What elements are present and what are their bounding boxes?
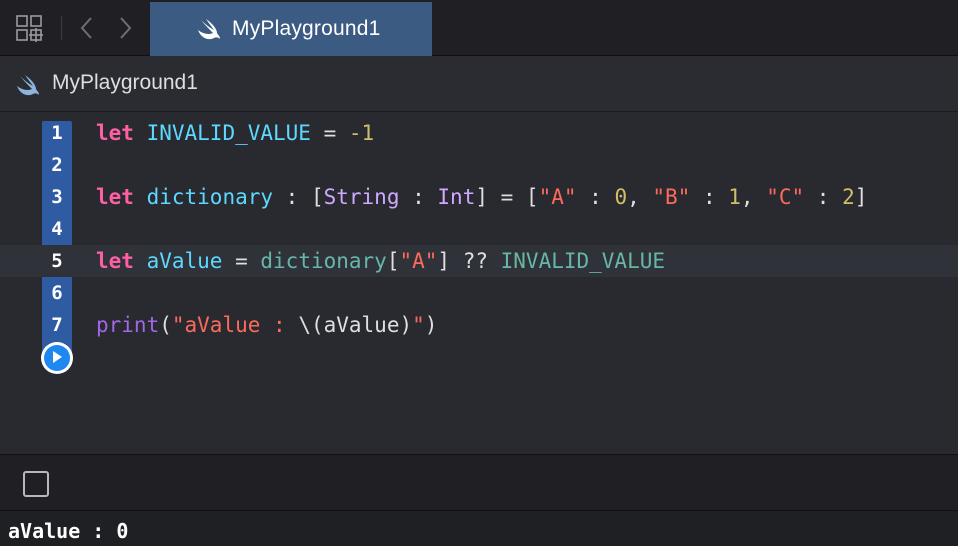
console-area: aValue : 0	[0, 511, 958, 546]
tab-label: MyPlayground1	[232, 17, 381, 40]
code-text[interactable]: let INVALID_VALUE = -1	[96, 121, 374, 145]
code-editor[interactable]: 1 let INVALID_VALUE = -1 2 3 let dictionary …	[0, 113, 958, 454]
line-number[interactable]: 3	[42, 186, 72, 208]
swift-icon	[15, 73, 41, 102]
grid-icon[interactable]	[14, 14, 44, 42]
tab-myplayground1[interactable]: MyPlayground1	[150, 2, 432, 56]
toolbar-divider	[61, 16, 62, 40]
breadcrumb: MyPlayground1	[0, 57, 958, 112]
line-number[interactable]: 4	[42, 218, 72, 240]
breadcrumb-label[interactable]: MyPlayground1	[52, 71, 198, 95]
line-number[interactable]: 2	[42, 154, 72, 176]
code-line[interactable]: 6	[0, 277, 958, 309]
forward-arrow-icon[interactable]	[110, 14, 140, 42]
code-text[interactable]: let aValue = dictionary["A"] ?? INVALID_…	[96, 249, 665, 273]
run-button[interactable]	[41, 342, 73, 374]
line-number[interactable]: 1	[42, 122, 72, 144]
line-number[interactable]: 5	[42, 250, 72, 272]
debug-bar	[0, 454, 958, 511]
code-text[interactable]: let dictionary : [String : Int] = ["A" :…	[96, 185, 867, 209]
swift-icon	[196, 17, 222, 46]
line-number[interactable]: 7	[42, 314, 72, 336]
play-icon	[51, 349, 63, 368]
code-line[interactable]: 1 let INVALID_VALUE = -1	[0, 117, 958, 149]
console-toggle-icon[interactable]	[23, 471, 49, 497]
back-arrow-icon[interactable]	[72, 14, 102, 42]
console-output: aValue : 0	[8, 519, 129, 543]
code-line[interactable]: 4	[0, 213, 958, 245]
code-line[interactable]: 3 let dictionary : [String : Int] = ["A" …	[0, 181, 958, 213]
code-text[interactable]: print("aValue : \(aValue)")	[96, 313, 437, 337]
code-line[interactable]: 2	[0, 149, 958, 181]
code-line[interactable]: 5 let aValue = dictionary["A"] ?? INVALID…	[0, 245, 958, 277]
tab-bar: MyPlayground1	[0, 0, 958, 56]
code-line[interactable]: 7 print("aValue : \(aValue)")	[0, 309, 958, 341]
line-number[interactable]: 6	[42, 282, 72, 304]
